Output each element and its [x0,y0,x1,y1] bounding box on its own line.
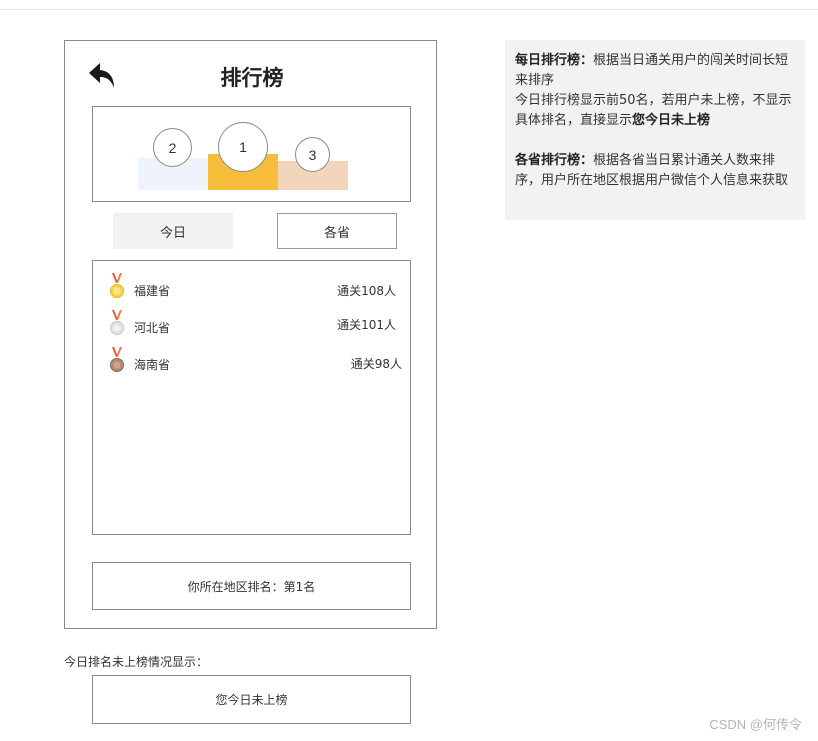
top-divider [0,9,818,10]
not-listed-box: 您今日未上榜 [92,675,411,724]
watermark: CSDN @何传令 [709,717,802,732]
daily-rule: 每日排行榜：根据当日通关用户的闯关时间长短来排序 [515,51,795,91]
back-arrow-icon[interactable] [88,60,116,90]
not-listed-label: 今日排名未上榜情况显示： [64,655,209,669]
list-item[interactable]: 河北省 通关101人 [107,310,402,336]
region-rank-box: 你所在地区排名：第1名 [92,562,411,610]
page-title: 排行榜 [220,66,284,90]
pass-count: 通关101人 [337,318,396,332]
pass-count: 通关98人 [350,357,402,371]
province-rule-title: 各省排行榜： [515,153,594,168]
silver-medal-icon [110,310,124,335]
tab-today[interactable]: 今日 [113,213,233,249]
province-name: 河北省 [134,321,171,335]
list-item[interactable]: 福建省 通关108人 [107,273,402,299]
podium-second-avatar: 2 [153,128,192,167]
daily-rule-bold: 您今日未上榜 [632,113,711,128]
daily-rule-title: 每日排行榜： [515,53,594,68]
tab-province[interactable]: 各省 [277,213,397,249]
podium-first-avatar: 1 [218,122,268,172]
daily-rule-extra: 今日排行榜显示前50名，若用户未上榜，不显示具体排名，直接显示您今日未上榜 [515,91,795,131]
gold-medal-icon [110,273,124,298]
podium-third-avatar: 3 [295,137,330,172]
bronze-medal-icon [110,347,124,372]
list-item[interactable]: 海南省 通关98人 [107,347,402,373]
pass-count: 通关108人 [337,284,396,298]
province-name: 海南省 [134,358,171,372]
province-name: 福建省 [134,284,171,298]
ranking-list [92,260,411,535]
description-note: 每日排行榜：根据当日通关用户的闯关时间长短来排序 今日排行榜显示前50名，若用户… [505,40,805,220]
province-rule: 各省排行榜：根据各省当日累计通关人数来排序，用户所在地区根据用户微信个人信息来获… [515,151,795,191]
